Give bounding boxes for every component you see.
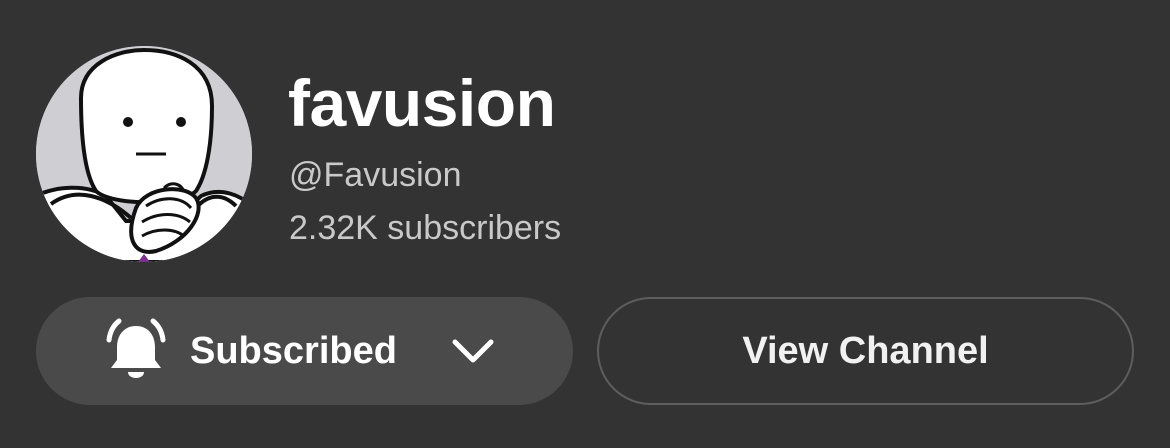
channel-handle: @Favusion (289, 156, 462, 194)
subscribed-label: Subscribed (190, 330, 397, 372)
view-channel-label: View Channel (742, 330, 989, 372)
subscribed-button[interactable]: Subscribed (36, 297, 573, 405)
channel-name: favusion (288, 66, 556, 140)
chevron-down-icon (450, 335, 496, 367)
subscriber-count: 2.32K subscribers (289, 209, 562, 247)
bell-icon (100, 316, 172, 386)
view-channel-button[interactable]: View Channel (597, 297, 1134, 405)
channel-avatar[interactable] (36, 46, 252, 262)
meme-character-avatar-icon (36, 46, 252, 262)
